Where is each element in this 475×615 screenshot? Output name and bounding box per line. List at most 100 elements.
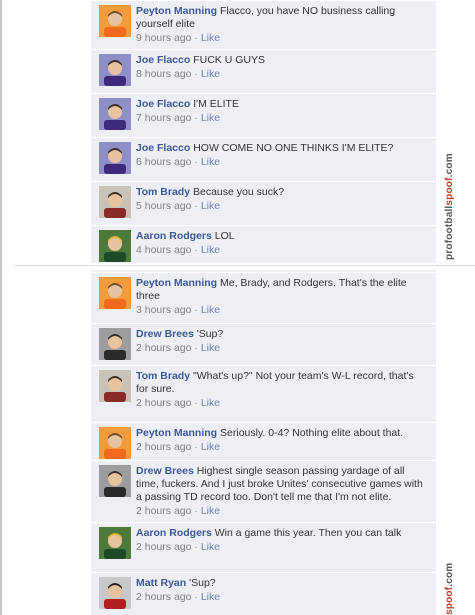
like-link[interactable]: Like [201,68,220,80]
comment-meta: 9 hours ago · Like [136,32,428,45]
comment-meta: 3 hours ago · Like [136,304,428,317]
commenter-name-link[interactable]: Matt Ryan [136,577,186,589]
commenter-name-link[interactable]: Joe Flacco [136,54,190,66]
avatar-photo[interactable] [99,5,131,37]
comment-timestamp[interactable]: 5 hours ago [136,200,191,212]
meta-separator: · [194,342,198,354]
commenter-name-link[interactable]: Peyton Manning [136,277,217,289]
commenter-name-link[interactable]: Tom Brady [136,186,190,198]
comment-text: 'Sup? [196,328,224,340]
comment-item: Joe Flacco FUCK U GUYS 8 hours ago · Lik… [91,49,436,86]
avatar-photo[interactable] [99,142,131,174]
avatar-photo[interactable] [99,577,131,609]
comment-timestamp[interactable]: 2 hours ago [136,441,191,453]
comment-timestamp[interactable]: 2 hours ago [136,505,191,517]
comment-item: Aaron Rodgers LOL 4 hours ago · Like [91,225,436,262]
avatar-photo[interactable] [99,98,131,130]
comment-meta: 2 hours ago · Like [136,505,428,518]
comment-text: FUCK U GUYS [193,54,265,66]
like-link[interactable]: Like [201,200,220,212]
comment-item: Matt Ryan 'Sup? 2 hours ago · Like [91,572,436,609]
meta-separator: · [194,591,198,603]
comment-meta: 4 hours ago · Like [136,244,428,257]
comment-text: I'M ELITE [193,98,239,110]
comment-timestamp[interactable]: 8 hours ago [136,68,191,80]
like-link[interactable]: Like [201,244,220,256]
comment-timestamp[interactable]: 3 hours ago [136,304,191,316]
avatar-photo[interactable] [99,527,131,559]
meta-separator: · [194,156,198,168]
comment-text: Win a game this year. Then you can talk [214,527,402,539]
like-link[interactable]: Like [201,156,220,168]
comment-text: LOL [214,230,235,242]
comment-meta: 5 hours ago · Like [136,200,428,213]
avatar-photo[interactable] [99,54,131,86]
avatar-photo[interactable] [99,186,131,218]
comment-timestamp[interactable]: 4 hours ago [136,244,191,256]
commenter-name-link[interactable]: Drew Brees [136,465,194,477]
comment-item: Peyton Manning Seriously. 0-4? Nothing e… [91,422,436,459]
comment-text: HOW COME NO ONE THINKS I'M ELITE? [193,142,394,154]
like-link[interactable]: Like [201,32,220,44]
comment-item: Drew Brees 'Sup? 2 hours ago · Like [91,323,436,360]
meta-separator: · [194,397,198,409]
comment-item: Joe Flacco I'M ELITE 7 hours ago · Like [91,93,436,130]
comment-meta: 2 hours ago · Like [136,441,428,454]
meta-separator: · [194,541,198,553]
like-link[interactable]: Like [201,541,220,553]
like-link[interactable]: Like [201,591,220,603]
meta-separator: · [194,68,198,80]
like-link[interactable]: Like [201,505,220,517]
commenter-name-link[interactable]: Joe Flacco [136,98,190,110]
meta-separator: · [194,244,198,256]
comment-meta: 7 hours ago · Like [136,112,428,125]
comment-meta: 2 hours ago · Like [136,342,428,355]
commenter-name-link[interactable]: Joe Flacco [136,142,190,154]
meta-separator: · [194,32,198,44]
comment-timestamp[interactable]: 9 hours ago [136,32,191,44]
avatar-photo[interactable] [99,427,131,459]
commenter-name-link[interactable]: Drew Brees [136,328,194,340]
watermark-spoof-bottom: spoof.com [444,562,455,615]
meta-separator: · [194,505,198,517]
commenter-name-link[interactable]: Aaron Rodgers [136,527,212,539]
meta-separator: · [194,441,198,453]
comment-timestamp[interactable]: 7 hours ago [136,112,191,124]
section-divider [14,265,475,266]
comment-item: Tom Brady "What's up?" Not your team's W… [91,365,436,414]
commenter-name-link[interactable]: Peyton Manning [136,5,217,17]
comment-timestamp[interactable]: 2 hours ago [136,342,191,354]
comment-timestamp[interactable]: 6 hours ago [136,156,191,168]
commenter-name-link[interactable]: Aaron Rodgers [136,230,212,242]
avatar-photo[interactable] [99,465,131,497]
comment-item: Joe Flacco HOW COME NO ONE THINKS I'M EL… [91,137,436,174]
comment-item: Peyton Manning Me, Brady, and Rodgers. T… [91,272,436,321]
like-link[interactable]: Like [201,112,220,124]
comment-meta: 6 hours ago · Like [136,156,428,169]
comment-timestamp[interactable]: 2 hours ago [136,541,191,553]
comment-text: 'Sup? [189,577,216,589]
comment-item: Tom Brady Because you suck? 5 hours ago … [91,181,436,218]
meta-separator: · [194,112,198,124]
avatar-photo[interactable] [99,370,131,402]
comment-text: Seriously. 0-4? Nothing elite about that… [220,427,404,439]
avatar-photo[interactable] [99,277,131,309]
comment-meta: 2 hours ago · Like [136,591,428,604]
comment-timestamp[interactable]: 2 hours ago [136,591,191,603]
commenter-name-link[interactable]: Peyton Manning [136,427,217,439]
avatar-photo[interactable] [99,230,131,262]
commenter-name-link[interactable]: Tom Brady [136,370,190,382]
comment-meta: 8 hours ago · Like [136,68,428,81]
avatar-photo[interactable] [99,328,131,360]
meta-separator: · [194,304,198,316]
comment-timestamp[interactable]: 2 hours ago [136,397,191,409]
like-link[interactable]: Like [201,304,220,316]
comment-text: Because you suck? [193,186,285,198]
meta-separator: · [194,200,198,212]
page-left-border [0,0,2,615]
like-link[interactable]: Like [201,397,220,409]
comment-meta: 2 hours ago · Like [136,397,428,410]
like-link[interactable]: Like [201,441,220,453]
comment-meta: 2 hours ago · Like [136,541,428,554]
like-link[interactable]: Like [201,342,220,354]
